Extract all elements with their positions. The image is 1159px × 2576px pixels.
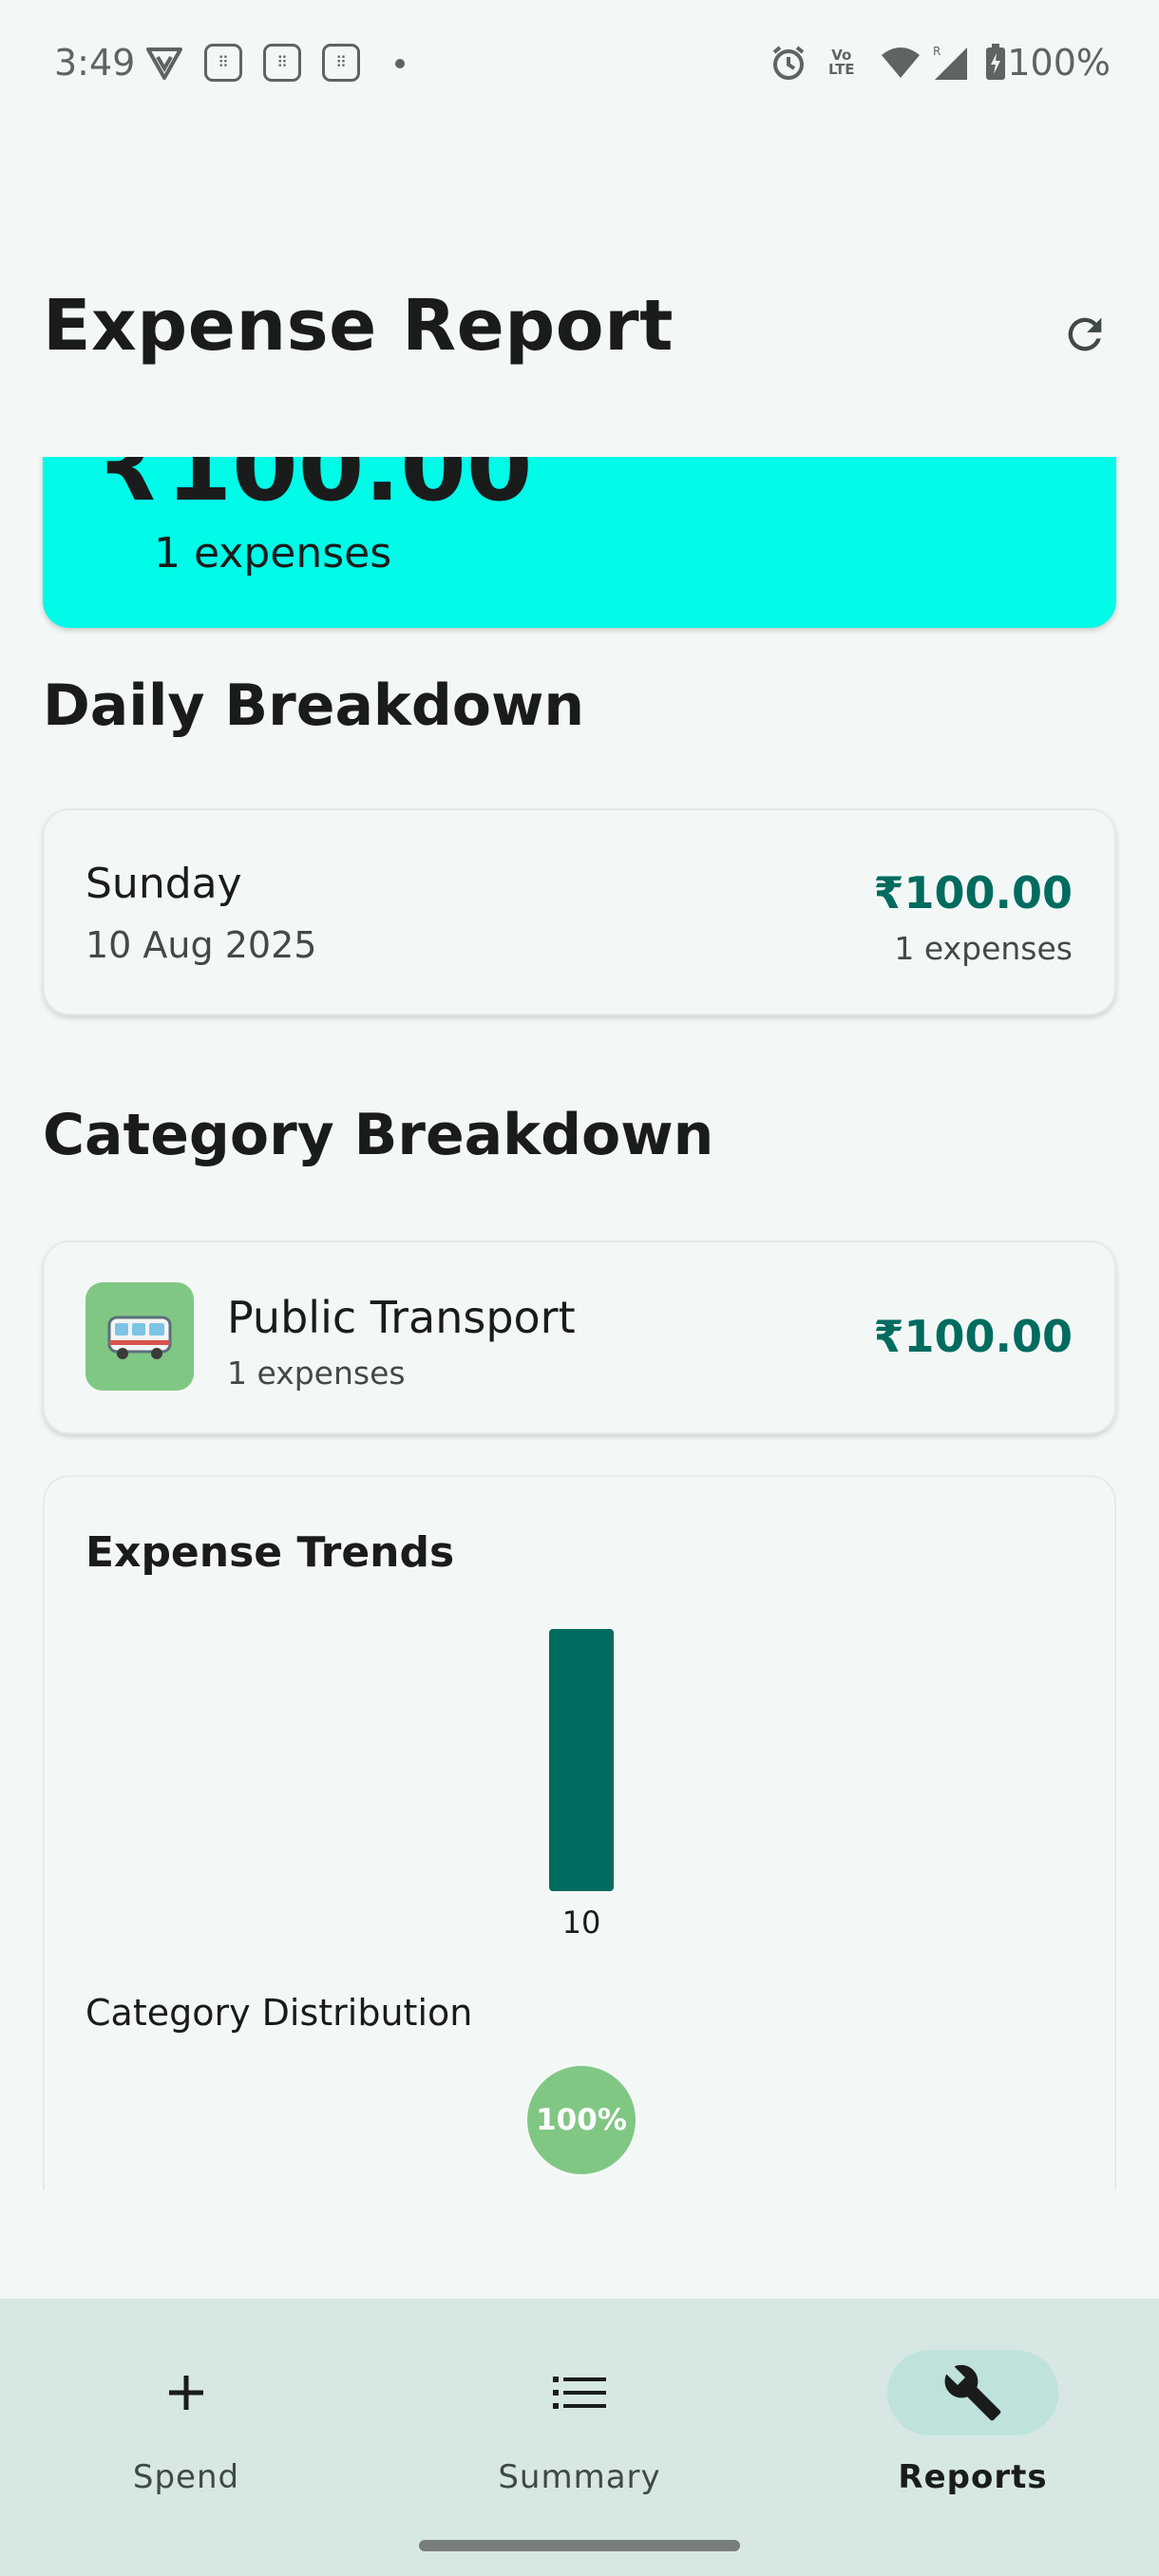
daily-breakdown-title: Daily Breakdown xyxy=(43,672,585,739)
plus-icon xyxy=(169,2376,203,2410)
nav-reports-pill xyxy=(887,2350,1058,2435)
wrench-icon xyxy=(944,2364,1001,2421)
day-name: Sunday xyxy=(86,860,242,908)
refresh-button[interactable] xyxy=(1051,300,1119,369)
day-amount: ₹100.00 xyxy=(873,867,1073,919)
dot-icon xyxy=(395,59,405,68)
expense-trends-card: Expense Trends 10 Category Distribution … xyxy=(43,1475,1116,2190)
category-amount: ₹100.00 xyxy=(873,1311,1073,1362)
home-indicator[interactable] xyxy=(419,2540,740,2551)
total-amount: ₹100.00 xyxy=(100,457,533,522)
status-time: 3:49 xyxy=(54,42,136,84)
nav-spend-pill xyxy=(101,2350,272,2435)
battery-percent: 100% xyxy=(1007,42,1111,84)
day-expense-count: 1 expenses xyxy=(894,930,1073,967)
volte-icon: Vo LTE xyxy=(828,47,855,78)
calculator-icon: ⠿ xyxy=(263,44,301,82)
screen: 3:49 ⠿ ⠿ ⠿ VoLTE R 100% Expense Report xyxy=(0,0,1159,2576)
report-scroll-area[interactable]: ₹100.00 1 expenses Daily Breakdown Sunda… xyxy=(0,457,1159,2190)
category-distribution-title: Category Distribution xyxy=(86,1992,473,2034)
calculator-icon: ⠿ xyxy=(322,44,360,82)
chart-bar xyxy=(549,1629,614,1891)
alarm-icon xyxy=(770,44,808,82)
day-date: 10 Aug 2025 xyxy=(86,924,317,966)
wifi-icon xyxy=(880,44,922,82)
category-expense-count: 1 expenses xyxy=(227,1354,406,1392)
chart-x-tick-label: 10 xyxy=(562,1904,601,1941)
nav-reports-label: Reports xyxy=(898,2458,1048,2496)
category-icon-box xyxy=(86,1282,194,1391)
calculator-icon: ⠿ xyxy=(204,44,242,82)
page-title: Expense Report xyxy=(43,285,674,367)
vpn-icon xyxy=(144,44,184,82)
total-expense-count: 1 expenses xyxy=(154,529,392,578)
nav-spend[interactable]: Spend xyxy=(44,2333,329,2504)
category-breakdown-title: Category Breakdown xyxy=(43,1102,714,1168)
total-summary-card: ₹100.00 1 expenses xyxy=(43,457,1116,628)
pie-percent-label: 100% xyxy=(536,2103,627,2137)
nav-summary-pill xyxy=(494,2350,665,2435)
nav-reports[interactable]: Reports xyxy=(830,2333,1115,2504)
bus-icon xyxy=(107,1316,172,1359)
battery-icon xyxy=(984,44,1007,82)
daily-item-card[interactable]: Sunday 10 Aug 2025 ₹100.00 1 expenses xyxy=(43,808,1116,1015)
list-icon xyxy=(553,2377,606,2409)
refresh-icon xyxy=(1068,317,1102,351)
status-bar: 3:49 ⠿ ⠿ ⠿ Vo LTE R 100% xyxy=(0,0,1159,129)
category-name: Public Transport xyxy=(227,1292,576,1343)
category-item-card[interactable]: Public Transport 1 expenses ₹100.00 xyxy=(43,1241,1116,1434)
svg-text:R: R xyxy=(933,45,940,58)
nav-summary[interactable]: Summary xyxy=(437,2333,722,2504)
bottom-navigation: Spend Summary Reports xyxy=(0,2299,1159,2576)
nav-summary-label: Summary xyxy=(498,2458,661,2496)
signal-icon: R xyxy=(931,44,969,82)
expense-trends-chart: 10 xyxy=(549,1629,614,1941)
nav-spend-label: Spend xyxy=(132,2458,240,2496)
category-distribution-pie: 100% xyxy=(527,2066,636,2174)
